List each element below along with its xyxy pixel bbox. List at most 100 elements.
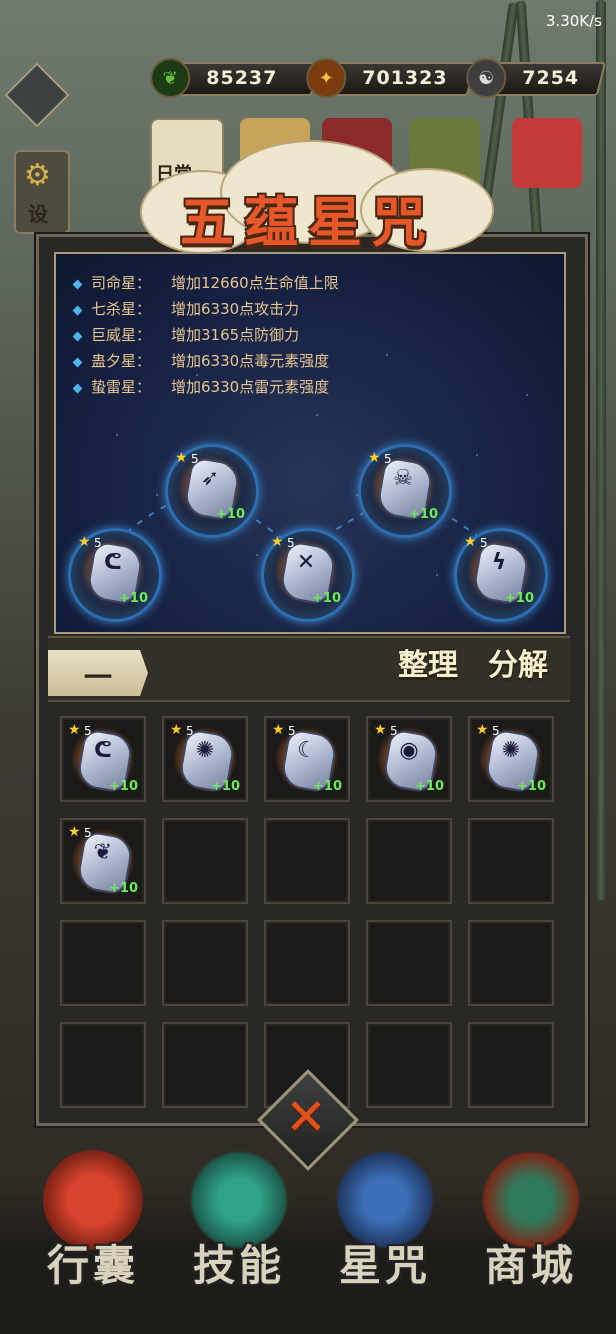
- inventory-slot[interactable]: [366, 920, 452, 1006]
- diamond-bullet-icon: [72, 305, 83, 316]
- tab-category-one[interactable]: 一: [48, 650, 148, 696]
- star-icon: ★: [68, 824, 81, 840]
- rune-level: 5: [84, 724, 92, 738]
- nav-label: 技能: [192, 1241, 285, 1290]
- inventory-slot[interactable]: ☾ ★ 5 +10: [264, 716, 350, 802]
- panel-title: 五蕴星咒: [180, 190, 436, 254]
- tab-label: 一: [83, 661, 112, 694]
- inventory-slot[interactable]: [468, 818, 554, 904]
- star-icon: ★: [271, 534, 284, 550]
- equipped-rune[interactable]: ϟ ★ 5 +10: [464, 534, 534, 606]
- gift-box-icon[interactable]: [512, 118, 582, 188]
- rune-level: 5: [94, 536, 102, 550]
- nav-label: 商城: [484, 1241, 577, 1290]
- star-icon: ★: [78, 534, 91, 550]
- star-icon: ★: [272, 722, 285, 738]
- bamboo-decoration: [596, 0, 606, 900]
- nav-label: 星咒: [338, 1241, 431, 1290]
- diamond-bullet-icon: [72, 331, 83, 342]
- inventory-slot[interactable]: [60, 920, 146, 1006]
- bonus-item: 司命星： 增加12660点生命值上限: [72, 272, 339, 293]
- inventory-slot[interactable]: ❦ ★ 5 +10: [60, 818, 146, 904]
- star-icon: ★: [464, 534, 477, 550]
- bonus-item: 蛊夕星： 增加6330点毒元素强度: [72, 350, 329, 371]
- diamond-bullet-icon: [72, 383, 83, 394]
- inventory-slot[interactable]: [468, 920, 554, 1006]
- inventory-slot[interactable]: [264, 920, 350, 1006]
- star-icon: ★: [368, 450, 381, 466]
- jade-icon: ❦: [150, 58, 191, 98]
- inventory-slot[interactable]: [366, 1022, 452, 1108]
- star-icon: ★: [170, 722, 183, 738]
- nav-label: 行囊: [46, 1241, 139, 1290]
- rune-enhance: +10: [109, 881, 138, 896]
- equipped-rune[interactable]: ➶ ★ 5 +10: [175, 450, 245, 522]
- nav-bag[interactable]: 行囊: [28, 1140, 158, 1330]
- inventory-slot[interactable]: [162, 818, 248, 904]
- inventory-slot[interactable]: [162, 920, 248, 1006]
- yinyang-resource[interactable]: ☯ 7254: [466, 58, 607, 98]
- rune-glyph-icon: ◉: [399, 738, 419, 763]
- rune-level: 5: [191, 452, 199, 466]
- diamond-bullet-icon: [72, 279, 83, 290]
- settings-button[interactable]: ⚙ 设: [14, 150, 70, 234]
- rune-glyph-icon: ➶: [200, 466, 220, 491]
- equipped-rune[interactable]: ᕦ ★ 5 +10: [78, 534, 148, 606]
- rune-level: 5: [84, 826, 92, 840]
- inventory-slot[interactable]: ᕦ ★ 5 +10: [60, 716, 146, 802]
- rune-enhance: +10: [109, 779, 138, 794]
- jade-value: 85237: [206, 67, 278, 89]
- inventory-slot[interactable]: [162, 1022, 248, 1108]
- equipped-rune[interactable]: ✕ ★ 5 +10: [271, 534, 341, 606]
- rune-enhance: +10: [415, 779, 444, 794]
- rune-level: 5: [288, 724, 296, 738]
- gold-resource[interactable]: ✦ 701323: [306, 58, 477, 98]
- rune-level: 5: [480, 536, 488, 550]
- gear-icon: ⚙: [24, 158, 51, 193]
- rune-enhance: +10: [119, 591, 148, 606]
- inventory-slot[interactable]: ✺ ★ 5 +10: [162, 716, 248, 802]
- rune-enhance: +10: [216, 507, 245, 522]
- nav-star-curse[interactable]: 星咒: [320, 1140, 450, 1330]
- star-icon: ★: [68, 722, 81, 738]
- inventory-slot[interactable]: [60, 1022, 146, 1108]
- top-bar: 3.30K/s ❦ 85237 ✦ 701323 ☯ 7254: [0, 0, 616, 110]
- inventory-rune[interactable]: ✺ ★ 5 +10: [170, 722, 240, 794]
- rune-enhance: +10: [517, 779, 546, 794]
- inventory-rune[interactable]: ᕦ ★ 5 +10: [68, 722, 138, 794]
- inventory-slot[interactable]: [366, 818, 452, 904]
- inventory-slot[interactable]: ◉ ★ 5 +10: [366, 716, 452, 802]
- rune-level: 5: [287, 536, 295, 550]
- rune-enhance: +10: [313, 779, 342, 794]
- rune-glyph-icon: ☾: [297, 738, 317, 763]
- equipped-rune[interactable]: ☠ ★ 5 +10: [368, 450, 438, 522]
- bonus-item: 巨威星： 增加3165点防御力: [72, 324, 299, 345]
- star-icon: ★: [175, 450, 188, 466]
- sort-button[interactable]: 整理: [398, 640, 458, 684]
- rune-level: 5: [492, 724, 500, 738]
- close-icon: ✕: [285, 1088, 327, 1146]
- diamond-bullet-icon: [72, 357, 83, 368]
- inventory-slot[interactable]: [468, 1022, 554, 1108]
- rune-glyph-icon: ✺: [501, 738, 521, 763]
- rune-enhance: +10: [312, 591, 341, 606]
- gold-coin-icon: ✦: [306, 58, 347, 98]
- rune-glyph-icon: ✺: [195, 738, 215, 763]
- settings-label: 设: [28, 202, 48, 226]
- rune-level: 5: [390, 724, 398, 738]
- star-icon: ★: [374, 722, 387, 738]
- inventory-rune[interactable]: ◉ ★ 5 +10: [374, 722, 444, 794]
- gold-value: 701323: [362, 67, 448, 89]
- inventory-slot[interactable]: ✺ ★ 5 +10: [468, 716, 554, 802]
- inventory-rune[interactable]: ☾ ★ 5 +10: [272, 722, 342, 794]
- rune-level: 5: [384, 452, 392, 466]
- decompose-button[interactable]: 分解: [488, 640, 548, 684]
- inventory-slot[interactable]: [264, 818, 350, 904]
- nav-shop[interactable]: 商城: [466, 1140, 596, 1330]
- rune-enhance: +10: [211, 779, 240, 794]
- inventory-rune[interactable]: ✺ ★ 5 +10: [476, 722, 546, 794]
- nav-skill[interactable]: 技能: [174, 1140, 304, 1330]
- net-speed: 3.30K/s: [545, 12, 602, 30]
- inventory-rune[interactable]: ❦ ★ 5 +10: [68, 824, 138, 896]
- jade-resource[interactable]: ❦ 85237: [150, 58, 321, 98]
